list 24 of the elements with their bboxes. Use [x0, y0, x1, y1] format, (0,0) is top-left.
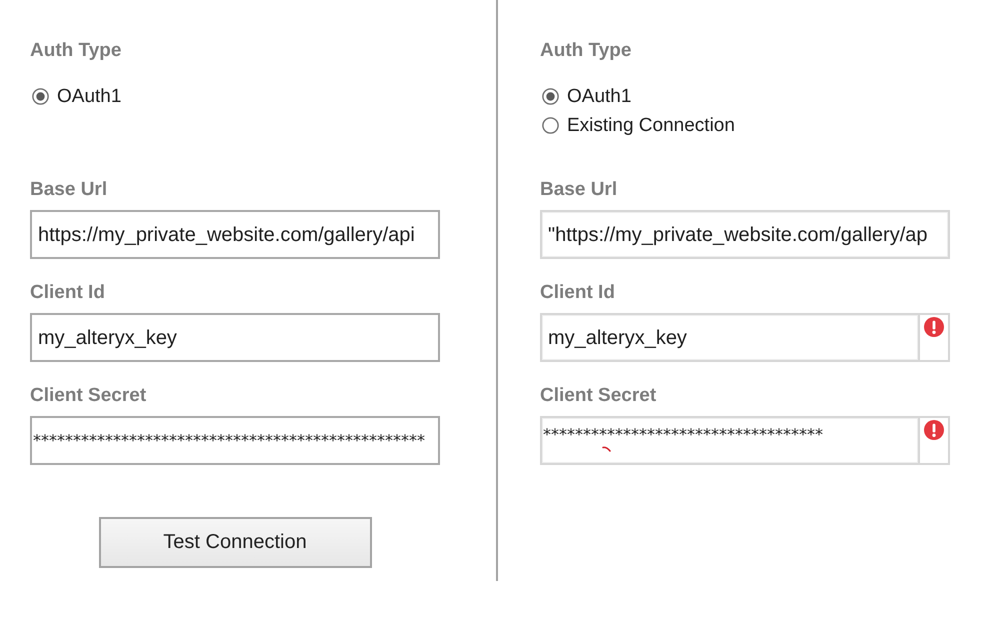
text-field[interactable]: *************************************************: [30, 416, 440, 465]
radio-label[interactable]: OAuth1: [57, 86, 122, 108]
section-label: Auth Type: [540, 40, 632, 62]
error-icon: [924, 317, 944, 337]
field-label: Base Url: [540, 179, 618, 201]
squiggle-mark-icon: [602, 446, 611, 452]
error-icon: [924, 420, 944, 440]
test-connection-button[interactable]: Test Connection: [98, 517, 372, 568]
text-field[interactable]: ***********************************: [540, 416, 920, 465]
field-label: Client Id: [540, 282, 616, 304]
radio-label[interactable]: Existing Connection: [567, 114, 735, 136]
radio-label[interactable]: OAuth1: [567, 86, 632, 108]
field-label: Client Secret: [540, 385, 658, 407]
section-label: Auth Type: [30, 40, 122, 62]
text-field[interactable]: my_alteryx_key: [30, 313, 440, 362]
text-field[interactable]: https://my_private_website.com/gallery/api: [30, 210, 440, 259]
field-label: Client Secret: [30, 385, 148, 407]
text-field[interactable]: my_alteryx_key: [540, 313, 920, 362]
field-label: Client Id: [30, 282, 106, 304]
radio-button[interactable]: [542, 88, 559, 105]
radio-button[interactable]: [542, 117, 559, 134]
radio-button[interactable]: [32, 88, 49, 105]
field-label: Base Url: [30, 179, 108, 201]
text-field[interactable]: "https://my_private_website.com/gallery/ap: [540, 210, 950, 259]
